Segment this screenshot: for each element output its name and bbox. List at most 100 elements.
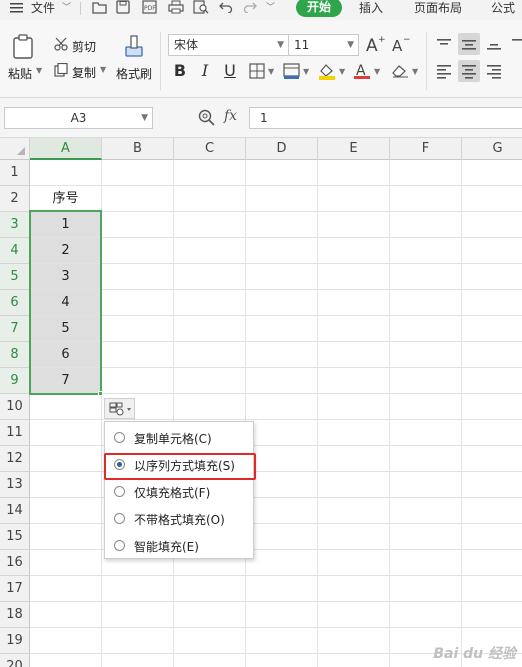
row-header-9[interactable]: 9: [0, 368, 30, 394]
cell-a7[interactable]: 5: [30, 316, 101, 341]
fill-color-icon[interactable]: [318, 62, 336, 83]
copy-button[interactable]: 复制: [72, 64, 96, 81]
column-header-d[interactable]: D: [246, 138, 318, 160]
row-header-12[interactable]: 12: [0, 446, 30, 472]
tab-insert[interactable]: 插入: [359, 0, 383, 20]
row-header-3[interactable]: 3: [0, 212, 30, 238]
name-box[interactable]: A3 ▼: [4, 107, 153, 129]
tab-formulas[interactable]: 公式: [491, 0, 515, 20]
column-header-g[interactable]: G: [462, 138, 522, 160]
row-header-7[interactable]: 7: [0, 316, 30, 342]
bold-icon[interactable]: B: [170, 61, 190, 81]
column-header-f[interactable]: F: [390, 138, 462, 160]
wrap-text-icon[interactable]: [508, 33, 522, 55]
format-painter-icon[interactable]: [123, 34, 145, 63]
radio-unchecked-icon[interactable]: [114, 513, 125, 524]
clear-format-icon[interactable]: [391, 62, 409, 81]
autofill-option-2[interactable]: 以序列方式填充(S): [105, 451, 253, 478]
column-header-e[interactable]: E: [318, 138, 390, 160]
print-preview-icon[interactable]: [193, 0, 209, 16]
row-header-20[interactable]: 20: [0, 654, 30, 667]
italic-icon[interactable]: I: [195, 61, 215, 81]
row-header-16[interactable]: 16: [0, 550, 30, 576]
row-header-13[interactable]: 13: [0, 472, 30, 498]
cell-a4[interactable]: 2: [30, 238, 101, 263]
row-header-14[interactable]: 14: [0, 498, 30, 524]
row-header-5[interactable]: 5: [0, 264, 30, 290]
font-color-chevron-icon[interactable]: ▼: [374, 67, 380, 76]
cell-a2-header[interactable]: 序号: [30, 186, 101, 212]
row-header-8[interactable]: 8: [0, 342, 30, 368]
copy-icon[interactable]: [54, 62, 68, 80]
row-header-1[interactable]: 1: [0, 160, 30, 186]
fill-handle[interactable]: [98, 391, 103, 396]
tab-home[interactable]: 开始: [296, 0, 342, 17]
font-color-icon[interactable]: A: [353, 62, 371, 83]
row-header-10[interactable]: 10: [0, 394, 30, 420]
paste-icon[interactable]: [12, 34, 36, 63]
autofill-option-1[interactable]: 复制单元格(C): [105, 424, 253, 451]
borders-icon[interactable]: [249, 63, 265, 82]
insert-function-button[interactable]: fx: [224, 108, 237, 124]
formula-input[interactable]: 1: [249, 107, 522, 129]
underline-icon[interactable]: U: [220, 61, 240, 81]
font-name-select[interactable]: 宋体 ▼: [168, 34, 289, 56]
fill-color-chevron-icon[interactable]: ▼: [339, 67, 345, 76]
row-header-2[interactable]: 2: [0, 186, 30, 212]
cell-a6[interactable]: 4: [30, 290, 101, 315]
align-bottom-icon[interactable]: [483, 33, 505, 55]
save-icon[interactable]: [116, 0, 132, 16]
column-header-a[interactable]: A: [30, 138, 102, 160]
autofill-option-3[interactable]: 仅填充格式(F): [105, 478, 253, 505]
borders-chevron-icon[interactable]: ▼: [268, 67, 274, 76]
row-header-6[interactable]: 6: [0, 290, 30, 316]
cell-a8[interactable]: 6: [30, 342, 101, 367]
row-header-15[interactable]: 15: [0, 524, 30, 550]
quick-access-chevron-icon[interactable]: ﹀: [266, 0, 275, 20]
copy-chevron-icon[interactable]: ▼: [100, 65, 106, 74]
file-menu[interactable]: 文件: [31, 0, 55, 20]
autofill-option-4[interactable]: 不带格式填充(O): [105, 505, 253, 532]
open-folder-icon[interactable]: [92, 0, 108, 16]
format-painter-button[interactable]: 格式刷: [116, 65, 152, 82]
column-header-c[interactable]: C: [174, 138, 246, 160]
cut-button[interactable]: 剪切: [72, 38, 96, 55]
paste-chevron-icon[interactable]: ▼: [36, 66, 42, 75]
font-size-select[interactable]: 11 ▼: [288, 34, 359, 56]
cell-a3[interactable]: 1: [30, 212, 101, 237]
align-middle-icon[interactable]: [458, 33, 480, 55]
export-pdf-icon[interactable]: PDF: [142, 0, 158, 16]
hamburger-menu-icon[interactable]: [10, 2, 26, 18]
column-header-b[interactable]: B: [102, 138, 174, 160]
radio-unchecked-icon[interactable]: [114, 540, 125, 551]
cell-a9[interactable]: 7: [30, 368, 101, 393]
radio-checked-icon[interactable]: [114, 459, 125, 470]
file-menu-chevron-icon[interactable]: ﹀: [62, 0, 71, 20]
decrease-font-size-icon[interactable]: A −: [392, 34, 412, 57]
redo-icon[interactable]: [243, 1, 259, 17]
align-right-icon[interactable]: [483, 60, 505, 82]
align-top-icon[interactable]: [433, 33, 455, 55]
autofill-options-button[interactable]: [104, 398, 135, 419]
select-all-corner[interactable]: [0, 138, 30, 160]
increase-font-size-icon[interactable]: A +: [366, 34, 386, 57]
row-header-19[interactable]: 19: [0, 628, 30, 654]
align-left-icon[interactable]: [433, 60, 455, 82]
clear-format-chevron-icon[interactable]: ▼: [412, 67, 418, 76]
zoom-search-icon[interactable]: [198, 109, 216, 130]
row-header-17[interactable]: 17: [0, 576, 30, 602]
scissors-icon[interactable]: [54, 37, 68, 54]
cell-a5[interactable]: 3: [30, 264, 101, 289]
print-icon[interactable]: [168, 0, 184, 16]
row-header-11[interactable]: 11: [0, 420, 30, 446]
tab-page-layout[interactable]: 页面布局: [414, 0, 462, 20]
row-header-4[interactable]: 4: [0, 238, 30, 264]
radio-unchecked-icon[interactable]: [114, 432, 125, 443]
row-header-18[interactable]: 18: [0, 602, 30, 628]
spreadsheet-grid[interactable]: A B C D E F G 1 2 3 4 5 6 7 8 9 10 11 12 13 14 15 16 17 1…: [0, 138, 522, 667]
autofill-option-5[interactable]: 智能填充(E): [105, 532, 253, 559]
align-center-icon[interactable]: [458, 60, 480, 82]
cell-style-icon[interactable]: [283, 63, 301, 82]
radio-unchecked-icon[interactable]: [114, 486, 125, 497]
paste-button[interactable]: 粘贴: [8, 65, 32, 82]
